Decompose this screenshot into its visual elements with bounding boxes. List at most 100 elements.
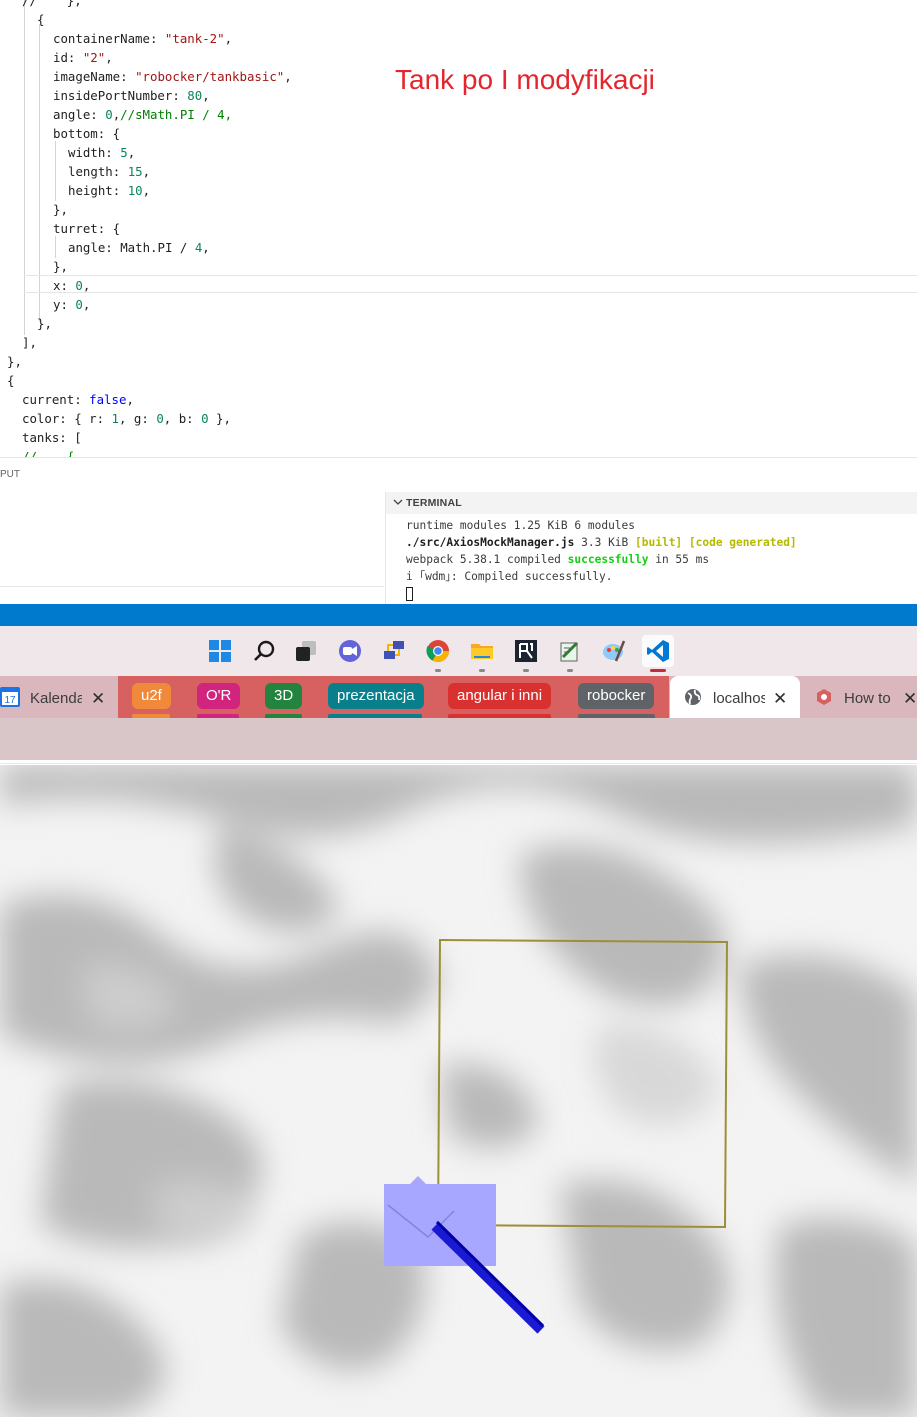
tab-group-or[interactable]: O'R: [197, 683, 241, 709]
code-token: , g:: [119, 411, 157, 426]
code-token: false: [89, 392, 127, 407]
code-line: },: [53, 200, 68, 219]
terminal-token: ./src/AxiosMockManager.js: [406, 536, 575, 549]
terminal-token: successfully: [567, 553, 649, 566]
code-line: id: "2",: [53, 48, 113, 67]
code-editor[interactable]: // },{containerName: "tank-2", id: "2", im…: [0, 0, 917, 457]
code-line: },: [53, 257, 68, 276]
indent-guide: [55, 141, 56, 201]
code-line: {: [37, 10, 44, 29]
code-token: ,: [142, 164, 151, 179]
current-line-highlight: [24, 275, 917, 293]
terrain-texture: [0, 765, 917, 1417]
terminal-token: 3.3 KiB: [574, 536, 636, 549]
code-token: imageName:: [53, 69, 136, 84]
browser-tab-strip: 17 Kalenda ✕ u2f O'R 3D prezentacja angu…: [0, 676, 917, 718]
code-token: // },: [22, 0, 82, 8]
code-line: {: [7, 371, 14, 390]
code-token: 0: [201, 411, 209, 426]
tab-group-3d[interactable]: 3D: [265, 683, 303, 709]
code-token: ,: [202, 88, 210, 103]
notepad-icon[interactable]: [554, 635, 586, 672]
code-token: ],: [22, 335, 37, 350]
code-line: width: 5,: [68, 143, 135, 162]
chrome-icon[interactable]: [422, 635, 454, 672]
vscode-icon[interactable]: [642, 635, 674, 672]
code-token: insidePortNumber:: [53, 88, 188, 103]
code-token: 5: [120, 145, 128, 160]
running-indicator: [479, 669, 485, 672]
tab-localhost[interactable]: localhos ✕: [670, 676, 800, 718]
task-view-icon[interactable]: [290, 635, 322, 667]
terminal-token: [built] [code generated]: [635, 536, 797, 549]
code-token: ,: [284, 69, 292, 84]
file-explorer-icon[interactable]: [466, 635, 498, 672]
network-icon[interactable]: [378, 635, 410, 667]
code-token: bottom: {: [53, 126, 121, 141]
svg-text:17: 17: [4, 695, 16, 706]
globe-icon: [685, 689, 701, 705]
code-token: },: [7, 354, 22, 369]
scene-canvas[interactable]: [0, 765, 917, 1417]
code-token: ,: [202, 240, 210, 255]
app-icon[interactable]: [510, 635, 542, 672]
code-token: y:: [53, 297, 76, 312]
code-token: ,: [82, 278, 91, 293]
terminal-token: in 55 ms: [648, 553, 710, 566]
code-line: },: [7, 352, 22, 371]
annotation-text: Tank po I modyfikacji: [395, 64, 655, 95]
code-token: current:: [22, 392, 90, 407]
output-tab[interactable]: PUT: [0, 469, 20, 480]
code-line: x: 0,: [53, 276, 90, 295]
tab-group-prezentacja[interactable]: prezentacja: [328, 683, 424, 709]
divider: [0, 586, 384, 587]
code-token: turret: {: [53, 221, 121, 236]
code-token: angle: Math.PI /: [68, 240, 195, 255]
taskbar: [0, 626, 917, 676]
code-token: {: [7, 373, 15, 388]
code-token: 15: [127, 164, 143, 179]
tab-group-u2f[interactable]: u2f: [132, 683, 171, 709]
close-icon[interactable]: ✕: [903, 684, 917, 714]
search-icon[interactable]: [248, 635, 280, 667]
terminal-token: i: [406, 570, 413, 583]
code-token: ,: [82, 297, 91, 312]
chevron-down-icon[interactable]: [392, 496, 404, 508]
code-token: },: [37, 316, 52, 331]
code-token: tanks: [: [22, 430, 82, 445]
toolbar-divider: [0, 760, 917, 764]
code-token: color: { r:: [22, 411, 112, 426]
code-line: // {: [22, 447, 74, 457]
code-token: "2": [82, 50, 106, 65]
close-icon[interactable]: ✕: [773, 684, 787, 714]
terminal-token: webpack 5.38.1 compiled: [406, 553, 568, 566]
code-token: width:: [68, 145, 121, 160]
windows-start-icon[interactable]: [204, 635, 236, 667]
code-token: },: [53, 202, 68, 217]
code-line: containerName: "tank-2",: [53, 29, 232, 48]
terminal-token: runtime modules 1.25 KiB 6 modules: [406, 519, 636, 532]
code-token: ,: [105, 50, 113, 65]
code-token: 0: [75, 297, 83, 312]
scene-svg: [0, 765, 917, 1417]
code-token: {: [37, 12, 45, 27]
code-token: // {: [22, 449, 75, 457]
close-icon[interactable]: ✕: [91, 684, 105, 714]
terminal-pane[interactable]: TERMINAL runtime modules 1.25 KiB 6 modu…: [385, 492, 917, 604]
code-line: // },: [22, 0, 82, 10]
code-line: height: 10,: [68, 181, 150, 200]
stackoverflow-icon: [817, 689, 831, 705]
chat-icon[interactable]: [334, 635, 366, 667]
code-token: x:: [53, 278, 76, 293]
code-line: imageName: "robocker/tankbasic",: [53, 67, 292, 86]
paint-icon[interactable]: [598, 635, 630, 667]
terminal-header[interactable]: TERMINAL: [386, 492, 917, 514]
code-token: length:: [68, 164, 128, 179]
running-indicator: [523, 669, 529, 672]
running-indicator: [435, 669, 441, 672]
tab-group-angular[interactable]: angular i inni: [448, 683, 552, 709]
running-indicator: [567, 669, 573, 672]
terminal-line: webpack 5.38.1 compiled successfully in …: [406, 551, 709, 568]
code-line: ],: [22, 333, 37, 352]
tab-group-robocker[interactable]: robocker: [578, 683, 655, 709]
